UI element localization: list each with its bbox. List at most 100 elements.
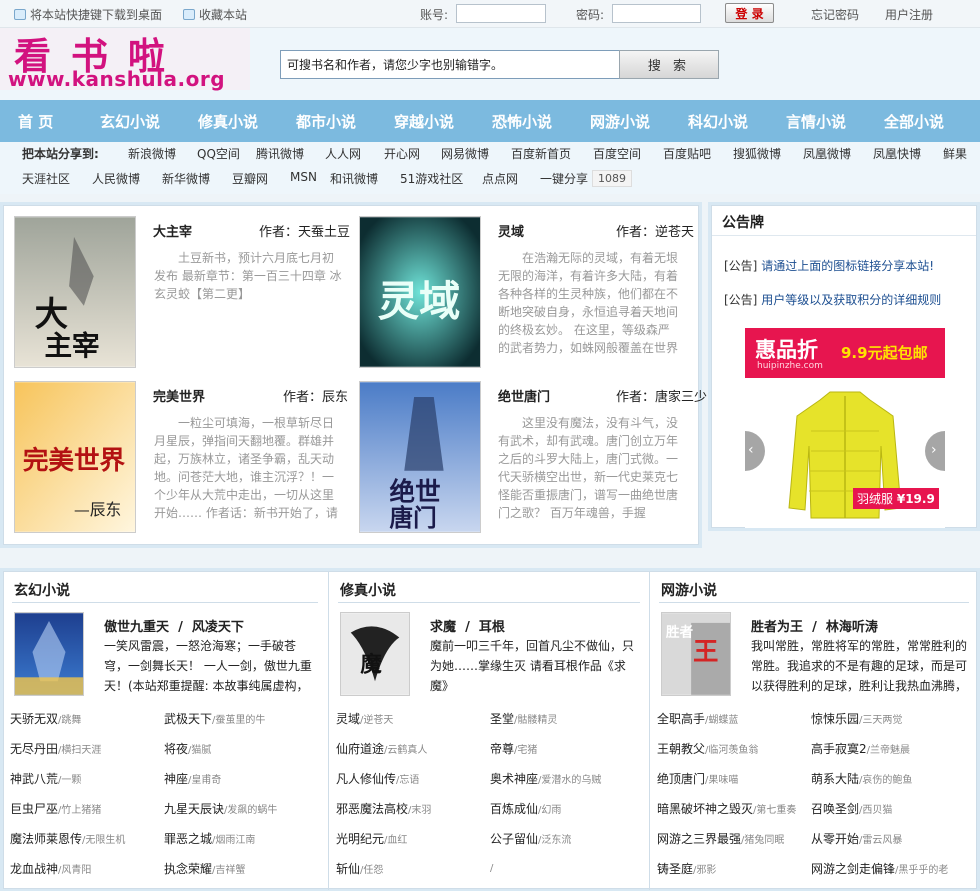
book-list-item[interactable]: 王朝教父/临河羡鱼翁 xyxy=(657,740,758,757)
book-cover-jueshitangmen[interactable]: 绝世 唐门 xyxy=(359,381,481,533)
book-list-item[interactable]: 奥术神座/爱潜水的乌贼 xyxy=(490,770,601,787)
nav-kongbu[interactable]: 恐怖小说 xyxy=(492,111,552,132)
share-tianya[interactable]: 天涯社区 xyxy=(22,170,70,187)
book-title[interactable]: 完美世界 xyxy=(153,386,205,405)
feature-title-line[interactable]: 胜者为王 / 林海听涛 xyxy=(751,616,878,635)
book-author: 作者：辰东 xyxy=(283,390,349,405)
book-cover-shengzheweiwang[interactable]: 胜者王 xyxy=(661,612,731,696)
add-favorite-link[interactable]: 收藏本站 xyxy=(183,6,247,23)
book-list-item[interactable]: 神武八荒/一颗 xyxy=(10,770,81,787)
book-list-item[interactable]: 帝尊/宅猪 xyxy=(490,740,537,757)
share-qzone[interactable]: QQ空间 xyxy=(197,145,240,162)
share-msn[interactable]: MSN xyxy=(290,170,317,184)
book-list-item[interactable]: 仙府道途/云鹤真人 xyxy=(336,740,427,757)
book-list-item[interactable]: / xyxy=(490,860,493,874)
section-title[interactable]: 玄幻小说 xyxy=(14,580,70,600)
book-list-item[interactable]: 绝顶唐门/果味喵 xyxy=(657,770,738,787)
book-list-item[interactable]: 斩仙/任怨 xyxy=(336,860,383,877)
section-title[interactable]: 修真小说 xyxy=(340,580,396,600)
share-ifeng-kuaibo[interactable]: 凤凰快博 xyxy=(873,145,921,162)
book-list-item[interactable]: 魔法师莱恩传/无限生机 xyxy=(10,830,125,847)
book-list-item[interactable]: 九星天辰诀/发飙的蜗牛 xyxy=(164,800,277,817)
nav-chuanyue[interactable]: 穿越小说 xyxy=(394,111,454,132)
site-logo[interactable]: 看书啦 www.kanshula.org xyxy=(0,28,250,91)
nav-xiuzhen[interactable]: 修真小说 xyxy=(198,111,258,132)
book-list-item[interactable]: 将夜/猫腻 xyxy=(164,740,211,757)
book-cover-aoshijiuchongtian[interactable] xyxy=(14,612,84,696)
search-input[interactable] xyxy=(280,50,620,79)
book-list-item[interactable]: 惊悚乐园/三天两觉 xyxy=(811,710,902,727)
book-list-item[interactable]: 执念荣耀/吉祥蟹 xyxy=(164,860,245,877)
share-baidu-home[interactable]: 百度新首页 xyxy=(511,145,571,162)
share-tencent[interactable]: 腾讯微博 xyxy=(256,145,304,162)
share-xinhua[interactable]: 新华微博 xyxy=(162,170,210,187)
share-one-click[interactable]: 一键分享 xyxy=(540,170,588,187)
notice-item[interactable]: [公告] 用户等级以及获取积分的详细规则 xyxy=(724,291,941,308)
book-list-item[interactable]: 萌系大陆/哀伤的鲍鱼 xyxy=(811,770,912,787)
book-list-item[interactable]: 从零开始/雷云风暴 xyxy=(811,830,902,847)
book-title[interactable]: 大主宰 xyxy=(153,221,192,240)
nav-xuanhuan[interactable]: 玄幻小说 xyxy=(100,111,160,132)
book-list-item[interactable]: 全职高手/蝴蝶蓝 xyxy=(657,710,738,727)
book-list-item[interactable]: 光明纪元/血红 xyxy=(336,830,407,847)
book-list-item[interactable]: 天骄无双/跳舞 xyxy=(10,710,81,727)
book-list-item[interactable]: 网游之三界最强/猪兔同眠 xyxy=(657,830,784,847)
book-list-item[interactable]: 公子留仙/泛东流 xyxy=(490,830,571,847)
book-list-item[interactable]: 暗黑破坏神之毁灭/第七重奏 xyxy=(657,800,796,817)
book-list-item[interactable]: 凡人修仙传/忘语 xyxy=(336,770,419,787)
book-list-item[interactable]: 召唤圣剑/西贝猫 xyxy=(811,800,892,817)
share-diandian[interactable]: 点点网 xyxy=(482,170,518,187)
share-hexun[interactable]: 和讯微博 xyxy=(330,170,378,187)
nav-dushi[interactable]: 都市小说 xyxy=(296,111,356,132)
book-title[interactable]: 灵域 xyxy=(498,221,524,240)
book-list-item[interactable]: 罪恶之城/烟雨江南 xyxy=(164,830,255,847)
share-netease[interactable]: 网易微博 xyxy=(441,145,489,162)
nav-home[interactable]: 首 页 xyxy=(18,111,53,132)
book-list-item[interactable]: 龙血战神/风青阳 xyxy=(10,860,91,877)
share-baidu-tieba[interactable]: 百度贴吧 xyxy=(663,145,711,162)
book-list-item[interactable]: 邪恶魔法高校/末羽 xyxy=(336,800,431,817)
book-cover-dazhuzai[interactable]: 大 主宰 xyxy=(14,216,136,368)
section-title[interactable]: 网游小说 xyxy=(661,580,717,600)
share-sohu[interactable]: 搜狐微博 xyxy=(733,145,781,162)
book-list-item[interactable]: 灵域/逆苍天 xyxy=(336,710,393,727)
book-list-item[interactable]: 网游之剑走偏锋/黑乎乎的老 xyxy=(811,860,948,877)
share-people[interactable]: 人民微博 xyxy=(92,170,140,187)
forgot-password-link[interactable]: 忘记密码 xyxy=(811,6,859,23)
share-kaixin[interactable]: 开心网 xyxy=(384,145,420,162)
nav-kehuan[interactable]: 科幻小说 xyxy=(688,111,748,132)
book-list-item[interactable]: 神座/皇甫奇 xyxy=(164,770,221,787)
ad-banner[interactable]: 惠品折 huipinzhe.com 9.9元起包邮 羽绒服 ¥19.9 xyxy=(745,328,945,528)
share-baidu-space[interactable]: 百度空间 xyxy=(593,145,641,162)
book-title[interactable]: 绝世唐门 xyxy=(498,386,550,405)
book-list-item[interactable]: 武极天下/蚕茧里的牛 xyxy=(164,710,265,727)
nav-all[interactable]: 全部小说 xyxy=(884,111,944,132)
book-cover-wanmeishijie[interactable]: 完美世界 —辰东 xyxy=(14,381,136,533)
nav-yanqing[interactable]: 言情小说 xyxy=(786,111,846,132)
share-douban[interactable]: 豆瓣网 xyxy=(232,170,268,187)
account-input[interactable] xyxy=(456,4,546,23)
book-list-item[interactable]: 高手寂寞2/兰帝魅晨 xyxy=(811,740,910,757)
book-list-item[interactable]: 铸圣庭/邪影 xyxy=(657,860,716,877)
book-list-item[interactable]: 巨虫尸巫/竹上猪猪 xyxy=(10,800,101,817)
password-input[interactable] xyxy=(612,4,701,23)
book-list-item[interactable]: 百炼成仙/幻雨 xyxy=(490,800,561,817)
ad-domain: huipinzhe.com xyxy=(757,361,823,371)
share-ifeng-weibo[interactable]: 凤凰微博 xyxy=(803,145,851,162)
book-list-item[interactable]: 无尽丹田/横扫天涯 xyxy=(10,740,101,757)
download-shortcut-link[interactable]: 将本站快捷键下载到桌面 xyxy=(14,6,162,23)
book-list-item[interactable]: 圣堂/骷髅精灵 xyxy=(490,710,557,727)
search-button[interactable]: 搜 索 xyxy=(619,50,719,79)
register-link[interactable]: 用户注册 xyxy=(885,6,933,23)
nav-wangyou[interactable]: 网游小说 xyxy=(590,111,650,132)
book-cover-qiumo[interactable]: 魔 xyxy=(340,612,410,696)
feature-title-line[interactable]: 求魔 / 耳根 xyxy=(430,616,505,635)
book-cover-lingyu[interactable]: 灵域 xyxy=(359,216,481,368)
share-51game[interactable]: 51游戏社区 xyxy=(400,170,463,187)
notice-item[interactable]: [公告] 请通过上面的图标链接分享本站! xyxy=(724,257,934,274)
feature-title-line[interactable]: 傲世九重天 / 风凌天下 xyxy=(104,616,244,635)
share-sina[interactable]: 新浪微博 xyxy=(128,145,176,162)
share-xianguo[interactable]: 鲜果 xyxy=(943,145,967,162)
login-button[interactable]: 登 录 xyxy=(725,3,774,23)
share-renren[interactable]: 人人网 xyxy=(325,145,361,162)
